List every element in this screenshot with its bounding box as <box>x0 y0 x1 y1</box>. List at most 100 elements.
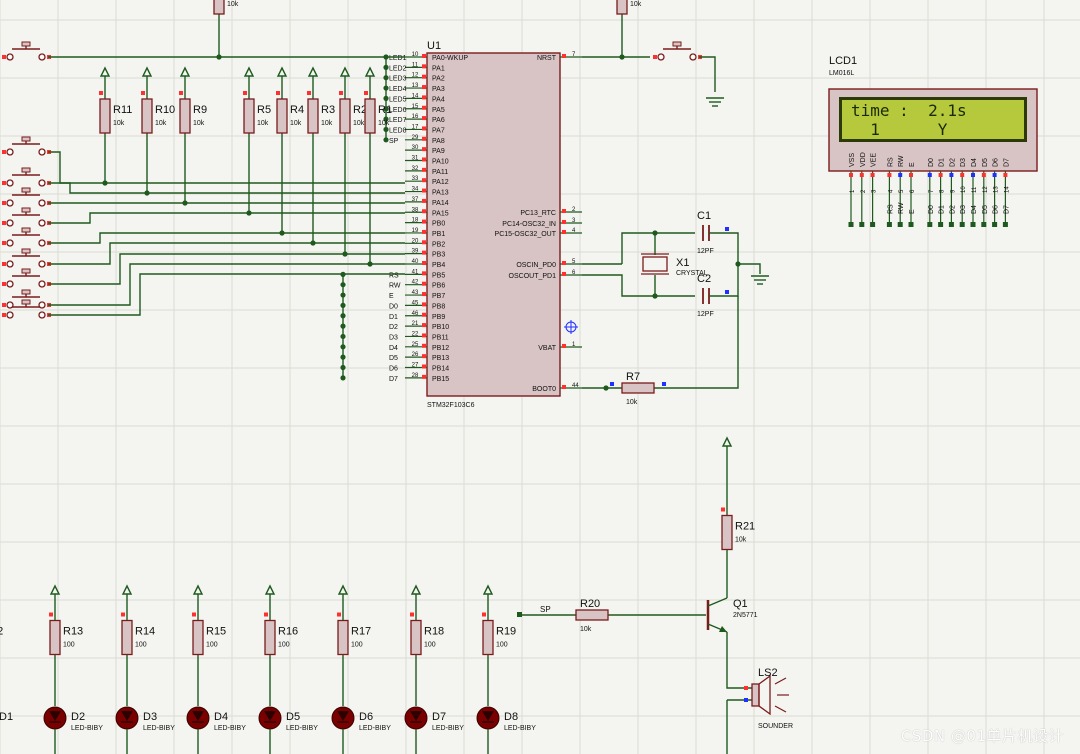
resistor-body <box>99 98 111 134</box>
lcd-pin-name: D6 <box>993 158 1000 167</box>
pin-marker <box>422 198 426 203</box>
lcd-pin-number: 11 <box>972 186 978 193</box>
keypad-wire <box>48 151 405 184</box>
pin-marker <box>960 173 965 177</box>
button-terminal <box>38 239 46 247</box>
net-label: D3 <box>389 334 398 341</box>
resistor-value: 10k <box>353 120 365 127</box>
pin-marker <box>422 240 426 245</box>
sounder-value: SOUNDER <box>758 723 793 730</box>
pin-marker <box>610 382 614 386</box>
pin-marker <box>562 220 566 224</box>
net-label: RW <box>389 283 401 290</box>
net-label: LED2 <box>389 65 407 72</box>
resistor-value: 10k <box>626 399 638 406</box>
resistor-value: 10k <box>227 1 239 8</box>
net-label: D6 <box>993 205 1000 214</box>
transistor-collector <box>707 597 728 607</box>
mcu-pin-name: PC14-OSC32_IN <box>502 221 556 228</box>
pin-marker <box>971 173 975 177</box>
pin-marker <box>276 91 280 95</box>
resistor-ref: R10 <box>155 104 175 116</box>
resistor-value: 10k <box>257 120 269 127</box>
mcu-pin-number: 11 <box>412 62 419 68</box>
mcu-pin-number: 18 <box>412 218 419 224</box>
lcd-pin-number: 14 <box>1004 186 1010 193</box>
resistor-body <box>575 609 609 621</box>
net-label: D0 <box>389 303 398 310</box>
pin-marker <box>2 201 6 205</box>
mcu-pin-number: 21 <box>412 321 419 327</box>
led-value: LED-BIBY <box>214 725 246 732</box>
button-terminal <box>6 280 14 288</box>
pin-marker <box>2 55 6 59</box>
net-label: D3 <box>960 205 967 214</box>
pin-marker <box>243 91 247 95</box>
resistor-value: 10k <box>155 120 167 127</box>
led-ref: D8 <box>504 711 518 723</box>
pin-marker <box>422 292 426 297</box>
pin-marker <box>562 54 566 58</box>
net-label: LED5 <box>389 96 407 103</box>
resistor-body <box>339 98 351 134</box>
pin-marker <box>422 219 426 224</box>
lcd-pin-name: VSS <box>849 153 856 167</box>
pin-marker <box>725 227 729 231</box>
resistor-body <box>307 98 319 134</box>
net-terminal <box>859 222 865 227</box>
mcu-pin-name: BOOT0 <box>532 386 556 393</box>
pin-marker <box>141 91 145 95</box>
resistor-body <box>243 98 255 134</box>
wire <box>726 632 752 689</box>
mcu-pin-name: VBAT <box>538 345 556 352</box>
pin-marker <box>562 344 566 348</box>
pin-marker <box>562 261 566 265</box>
sounder-ref: LS2 <box>758 667 778 679</box>
mcu-pin-number: 31 <box>412 156 419 162</box>
pin-marker <box>725 290 729 294</box>
resistor-value: 10k <box>113 120 125 127</box>
net-terminal <box>938 222 944 227</box>
button-terminal <box>38 179 46 187</box>
pin-marker <box>422 364 426 369</box>
pin-marker <box>422 167 426 172</box>
resistor-body <box>410 619 422 656</box>
button-terminal <box>657 53 665 61</box>
pin-marker <box>99 91 103 95</box>
net-label: SP <box>540 605 551 614</box>
crystal-ref: X1 <box>676 257 689 269</box>
pin-marker <box>2 282 6 286</box>
resistor-value: 100 <box>351 642 363 649</box>
resistor-ref: R1 <box>378 104 392 116</box>
mcu-pin-name: PA3 <box>432 86 445 93</box>
pin-marker <box>422 188 426 193</box>
led-value: LED-BIBY <box>71 725 103 732</box>
led-ref: D2 <box>71 711 85 723</box>
power-arrow-icon <box>121 584 133 595</box>
resistor-ref: R7 <box>626 371 640 383</box>
resistor-ref: 12 <box>0 626 3 638</box>
resistor-ref: R19 <box>496 626 516 638</box>
lcd-pin-name: E <box>909 162 916 167</box>
resistor-value: 100 <box>424 642 436 649</box>
lcd-ref: LCD1 <box>829 55 857 67</box>
mcu-pin-name: PB3 <box>432 252 445 259</box>
mcu-pin-name: PA0-WKUP <box>432 55 468 62</box>
resistor-body <box>121 619 133 656</box>
keypad-wire <box>48 182 405 194</box>
power-arrow-icon <box>99 66 111 77</box>
button-cap <box>21 227 31 233</box>
led-value: LED-BIBY <box>359 725 391 732</box>
pin-marker <box>422 126 426 131</box>
resistor-body <box>364 98 376 134</box>
led-ref: D7 <box>432 711 446 723</box>
pin-marker <box>422 229 426 234</box>
crystal-body <box>642 256 668 272</box>
mcu-pin-number: 38 <box>412 207 419 213</box>
mcu-part: STM32F103C6 <box>427 402 475 409</box>
pin-marker <box>422 54 426 58</box>
pin-marker <box>992 173 997 177</box>
net-terminal <box>897 222 903 227</box>
resistor-ref: R21 <box>735 521 755 533</box>
pin-marker <box>364 91 368 95</box>
